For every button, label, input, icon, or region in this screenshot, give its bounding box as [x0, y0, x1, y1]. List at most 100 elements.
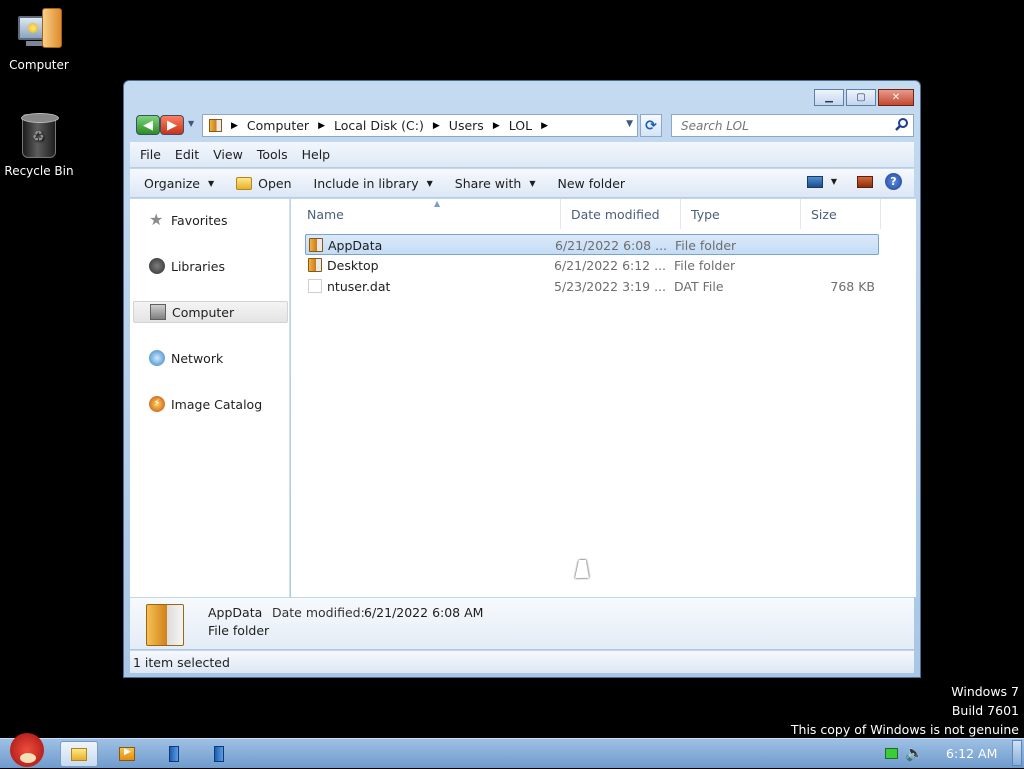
new-folder-button[interactable]: New folder — [558, 176, 626, 191]
file-date-cell: 6/21/2022 6:12 ... — [554, 258, 667, 273]
back-arrow-icon: ◀ — [143, 117, 153, 133]
nav-item-label: Favorites — [171, 212, 228, 228]
chevron-down-icon: ▼ — [426, 178, 433, 188]
details-modified-label: Date modified: — [272, 605, 365, 620]
show-desktop-button[interactable] — [1012, 740, 1022, 766]
menu-edit[interactable]: Edit — [175, 147, 199, 162]
breadcrumb-users[interactable]: Users — [449, 118, 484, 133]
column-header-type[interactable]: Type — [681, 199, 801, 229]
computer-icon — [150, 304, 166, 320]
open-label: Open — [258, 175, 292, 191]
start-button[interactable] — [2, 731, 50, 769]
file-row[interactable]: ntuser.dat 5/23/2022 3:19 ... DAT File 768 … — [305, 276, 879, 297]
volume-icon[interactable]: 🔈 — [905, 744, 924, 762]
maximize-button[interactable]: ▢ — [846, 89, 876, 106]
taskbar-explorer-button[interactable] — [60, 741, 98, 767]
open-button[interactable]: Open — [236, 175, 292, 191]
breadcrumb-lol[interactable]: LOL — [509, 118, 532, 133]
nav-item-image-catalog[interactable]: ⚡ Image Catalog — [133, 393, 288, 415]
column-header-name[interactable]: Name ▲ — [297, 199, 561, 229]
file-type-cell: File folder — [674, 258, 736, 273]
nav-item-network[interactable]: Network — [133, 347, 288, 369]
file-type-cell: File folder — [675, 238, 737, 253]
folder-icon — [146, 604, 184, 646]
breadcrumb-computer[interactable]: Computer — [247, 118, 309, 133]
taskbar-media-player-button[interactable] — [108, 741, 146, 767]
details-pane: AppData Date modified: 6/21/2022 6:08 AM… — [130, 597, 914, 649]
breadcrumb-arrow-icon[interactable]: ▶ — [231, 121, 238, 131]
sort-ascending-icon: ▲ — [434, 199, 441, 208]
chevron-down-icon: ▼ — [529, 178, 536, 188]
column-date-label: Date modified — [571, 206, 660, 222]
desktop-icon-computer[interactable]: Computer — [0, 8, 78, 72]
search-box[interactable] — [671, 114, 914, 137]
column-header-date-modified[interactable]: Date modified — [561, 199, 681, 229]
search-input[interactable] — [681, 118, 881, 133]
menu-help[interactable]: Help — [302, 147, 331, 162]
file-row[interactable]: AppData 6/21/2022 6:08 ... File folder — [305, 234, 879, 255]
forward-arrow-icon: ▶ — [167, 117, 177, 133]
nav-item-label: Image Catalog — [171, 396, 263, 412]
breadcrumb-arrow-icon[interactable]: ▶ — [541, 121, 548, 131]
close-button[interactable]: ✕ — [878, 89, 914, 106]
help-icon[interactable]: ? — [885, 173, 902, 190]
document-icon — [214, 746, 224, 762]
nav-item-computer[interactable]: Computer — [133, 301, 288, 323]
column-size-label: Size — [811, 206, 837, 222]
forward-button[interactable]: ▶ — [160, 115, 184, 135]
status-bar: 1 item selected — [130, 650, 914, 673]
address-dropdown-icon[interactable]: ▼ — [626, 119, 633, 129]
chevron-down-icon[interactable]: ▼ — [831, 177, 837, 186]
menu-tools[interactable]: Tools — [257, 147, 288, 162]
watermark-line: This copy of Windows is not genuine — [790, 722, 1019, 737]
computer-icon — [16, 8, 62, 54]
file-name-cell: AppData — [328, 238, 383, 253]
network-tray-icon[interactable] — [885, 748, 898, 759]
windows-explorer-icon — [71, 747, 87, 761]
desktop-icon-recycle-bin[interactable]: Recycle Bin — [0, 113, 78, 178]
menu-bar: File Edit View Tools Help — [130, 142, 914, 168]
breadcrumb-local-disk[interactable]: Local Disk (C:) — [334, 118, 424, 133]
column-header-size[interactable]: Size — [801, 199, 881, 229]
star-icon: ★ — [149, 210, 164, 229]
breadcrumb-arrow-icon[interactable]: ▶ — [433, 121, 440, 131]
desktop-icon-label: Computer — [9, 58, 69, 72]
nav-item-label: Libraries — [171, 258, 225, 274]
address-bar[interactable]: ▶ Computer ▶ Local Disk (C:) ▶ Users ▶ L… — [202, 114, 638, 137]
refresh-button[interactable]: ⟳ — [640, 114, 662, 137]
include-in-library-button[interactable]: Include in library ▼ — [314, 176, 433, 191]
taskbar-document-button[interactable] — [200, 741, 238, 767]
clock[interactable]: 6:12 AM — [946, 746, 997, 761]
folder-icon — [309, 238, 323, 252]
taskbar: 🔈 6:12 AM — [0, 733, 1024, 768]
column-type-label: Type — [691, 206, 720, 222]
explorer-window: ▁ ▢ ✕ ◀ ▶ ▼ ▶ Computer ▶ Local Disk (C:)… — [123, 80, 921, 678]
menu-file[interactable]: File — [140, 147, 161, 162]
share-with-button[interactable]: Share with ▼ — [455, 176, 536, 191]
nav-item-label: Network — [171, 350, 224, 366]
change-view-icon[interactable] — [806, 175, 823, 188]
recent-pages-dropdown[interactable]: ▼ — [188, 119, 194, 128]
nav-item-libraries[interactable]: Libraries — [133, 255, 288, 277]
file-size-cell: 768 KB — [830, 279, 875, 294]
file-name-cell: ntuser.dat — [327, 279, 391, 294]
chevron-down-icon: ▼ — [208, 178, 215, 188]
breadcrumb-arrow-icon[interactable]: ▶ — [493, 121, 500, 131]
details-modified-value: 6/21/2022 6:08 AM — [364, 605, 484, 620]
share-with-label: Share with — [454, 175, 522, 191]
menu-view[interactable]: View — [213, 147, 243, 162]
preview-pane-icon[interactable] — [857, 175, 873, 188]
status-text: 1 item selected — [133, 654, 230, 670]
window-controls: ▁ ▢ ✕ — [814, 89, 914, 106]
organize-button[interactable]: Organize ▼ — [144, 176, 214, 191]
nav-item-favorites[interactable]: ★ Favorites — [133, 209, 288, 231]
search-icon[interactable] — [894, 117, 909, 132]
file-type-cell: DAT File — [674, 279, 724, 294]
back-button[interactable]: ◀ — [136, 115, 160, 135]
minimize-button[interactable]: ▁ — [814, 89, 844, 106]
taskbar-document-button[interactable] — [155, 741, 193, 767]
breadcrumb-arrow-icon[interactable]: ▶ — [318, 121, 325, 131]
document-icon — [169, 746, 179, 762]
libraries-icon — [149, 258, 165, 274]
file-row[interactable]: Desktop 6/21/2022 6:12 ... File folder — [305, 255, 879, 276]
